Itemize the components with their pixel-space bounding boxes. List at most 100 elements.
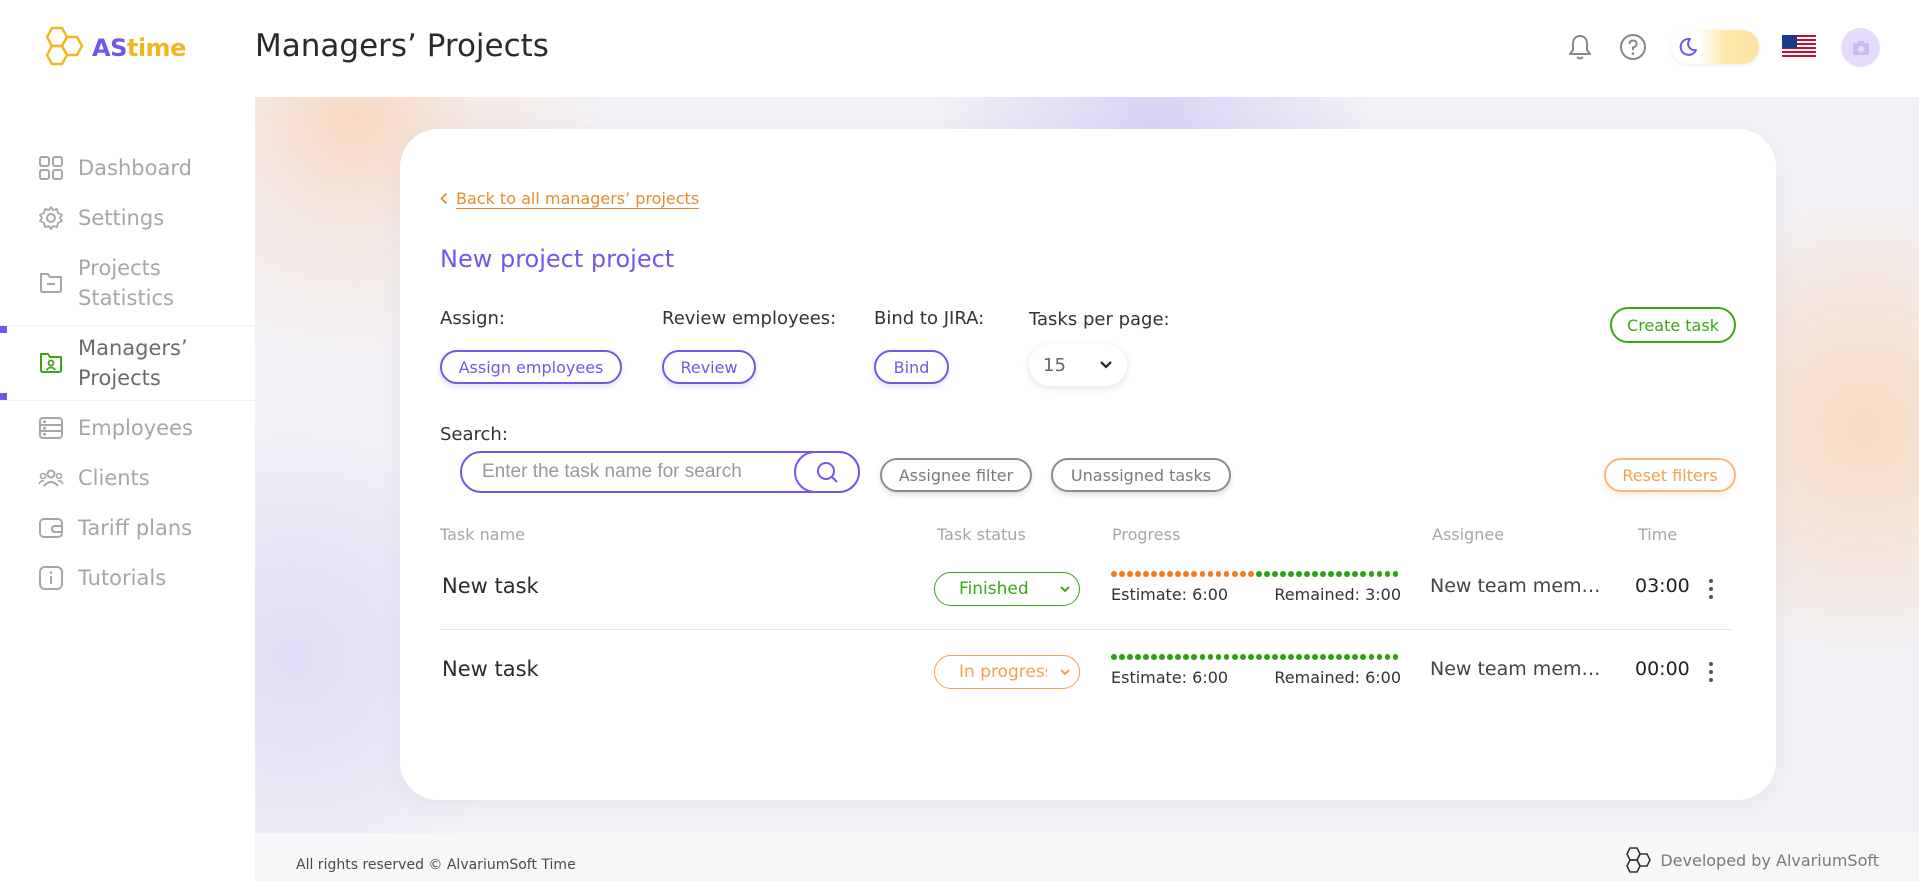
chevron-down-icon	[1060, 586, 1070, 593]
task-status-select[interactable]: In progress	[934, 655, 1080, 689]
row-menu-icon[interactable]	[1704, 577, 1718, 601]
progress-dot	[1376, 571, 1383, 577]
honeycomb-logo-icon	[45, 26, 84, 66]
theme-toggle[interactable]	[1671, 30, 1759, 64]
info-icon	[39, 566, 63, 590]
progress-dots	[1111, 571, 1401, 578]
progress-dot	[1255, 654, 1262, 660]
task-time: 00:00	[1635, 658, 1690, 680]
progress-dot	[1239, 654, 1246, 660]
reset-filters-button[interactable]: Reset filters	[1604, 458, 1736, 492]
progress-dot	[1279, 571, 1286, 577]
sidebar-item-managers-projects[interactable]: Managers’ Projects	[0, 333, 255, 393]
column-header-task-name: Task name	[440, 525, 525, 544]
jira-label: Bind to JIRA:	[874, 308, 985, 329]
progress-dot	[1119, 654, 1125, 660]
progress-dot	[1263, 654, 1270, 660]
progress-dot	[1135, 654, 1141, 660]
sidebar-item-label: Settings	[78, 206, 165, 230]
progress-dot	[1207, 654, 1214, 660]
search-icon	[817, 462, 838, 483]
back-link[interactable]: Back to all managers’ projects	[440, 189, 699, 208]
sidebar-item-projects-statistics[interactable]: Projects Statistics	[0, 253, 255, 313]
footer: All rights reserved © AlvariumSoft Time …	[255, 833, 1919, 881]
per-page-select[interactable]: 15	[1029, 344, 1127, 386]
project-card: Back to all managers’ projects New proje…	[400, 129, 1776, 800]
create-task-button[interactable]: Create task	[1610, 307, 1736, 343]
per-page-label: Tasks per page:	[1029, 309, 1170, 330]
employees-icon	[39, 417, 63, 439]
progress-dot	[1336, 571, 1343, 577]
progress-dot	[1191, 571, 1198, 577]
unassigned-tasks-button[interactable]: Unassigned tasks	[1051, 458, 1231, 492]
progress-dot	[1312, 571, 1318, 577]
progress-dot	[1255, 571, 1262, 577]
progress-dot	[1199, 654, 1206, 660]
progress-dot	[1223, 654, 1230, 660]
progress-dot	[1231, 654, 1238, 660]
task-name[interactable]: New task	[442, 574, 539, 598]
sidebar-item-clients[interactable]: Clients	[0, 463, 255, 493]
progress-dot	[1247, 571, 1254, 577]
progress-dot	[1352, 654, 1359, 660]
alvarium-logo-icon	[1626, 847, 1652, 873]
progress-dot	[1360, 654, 1367, 660]
logo-text: AStime	[92, 34, 186, 62]
search-box	[460, 451, 860, 493]
progress-dot	[1191, 654, 1198, 660]
task-status-value: Finished	[959, 579, 1029, 599]
review-button[interactable]: Review	[662, 350, 756, 384]
search-button[interactable]	[794, 451, 860, 493]
bind-jira-button[interactable]: Bind	[874, 350, 949, 384]
sidebar-item-settings[interactable]: Settings	[0, 203, 255, 233]
folder-icon	[40, 273, 62, 293]
progress-dot	[1239, 571, 1246, 577]
task-status-select[interactable]: Finished	[934, 572, 1080, 606]
sidebar-item-label: Dashboard	[78, 156, 192, 180]
sidebar-item-employees[interactable]: Employees	[0, 413, 255, 443]
progress-dot	[1143, 571, 1149, 577]
sidebar-item-label: Managers’ Projects	[78, 336, 188, 390]
sidebar-item-tariff-plans[interactable]: Tariff plans	[0, 513, 255, 543]
progress-dot	[1271, 654, 1278, 660]
task-name[interactable]: New task	[442, 657, 539, 681]
assign-label: Assign:	[440, 308, 505, 329]
sidebar-item-dashboard[interactable]: Dashboard	[0, 153, 255, 183]
task-time: 03:00	[1635, 575, 1690, 597]
progress-dot	[1231, 571, 1238, 577]
progress-dot	[1183, 571, 1190, 577]
grid-icon	[39, 156, 63, 180]
us-flag-icon[interactable]	[1782, 35, 1816, 59]
assignee-filter-button[interactable]: Assignee filter	[880, 458, 1032, 492]
sidebar-item-label: Tutorials	[78, 566, 167, 590]
sidebar-item-label: Clients	[78, 466, 150, 490]
progress-dot	[1271, 571, 1278, 577]
clients-icon	[38, 469, 64, 487]
progress-dot	[1328, 654, 1335, 660]
assign-employees-button[interactable]: Assign employees	[440, 350, 622, 384]
progress-dot	[1392, 571, 1399, 577]
progress-dot	[1288, 571, 1294, 577]
column-header-assignee: Assignee	[1432, 525, 1505, 544]
sidebar-item-tutorials[interactable]: Tutorials	[0, 563, 255, 593]
project-title: New project project	[440, 245, 675, 273]
progress-dot	[1328, 571, 1335, 577]
progress-dot	[1167, 654, 1174, 660]
progress-dot	[1111, 571, 1117, 577]
avatar[interactable]	[1841, 28, 1880, 67]
progress-indicator: Estimate: 6:00 Remained: 3:00	[1111, 571, 1401, 604]
footer-developer[interactable]: Developed by AlvariumSoft	[1622, 846, 1879, 874]
progress-dot	[1344, 654, 1351, 660]
row-menu-icon[interactable]	[1704, 660, 1718, 684]
help-icon[interactable]	[1618, 32, 1648, 62]
logo[interactable]: AStime	[38, 24, 186, 72]
row-divider	[440, 629, 1734, 630]
progress-dot	[1119, 571, 1125, 577]
progress-dot	[1320, 571, 1327, 577]
search-input[interactable]	[482, 461, 792, 483]
sidebar: Dashboard Settings Projects Statistics Ma…	[0, 97, 255, 881]
bell-icon[interactable]	[1565, 32, 1595, 62]
progress-dot	[1384, 654, 1391, 660]
chevron-left-icon	[440, 192, 448, 205]
progress-dot	[1215, 654, 1222, 660]
